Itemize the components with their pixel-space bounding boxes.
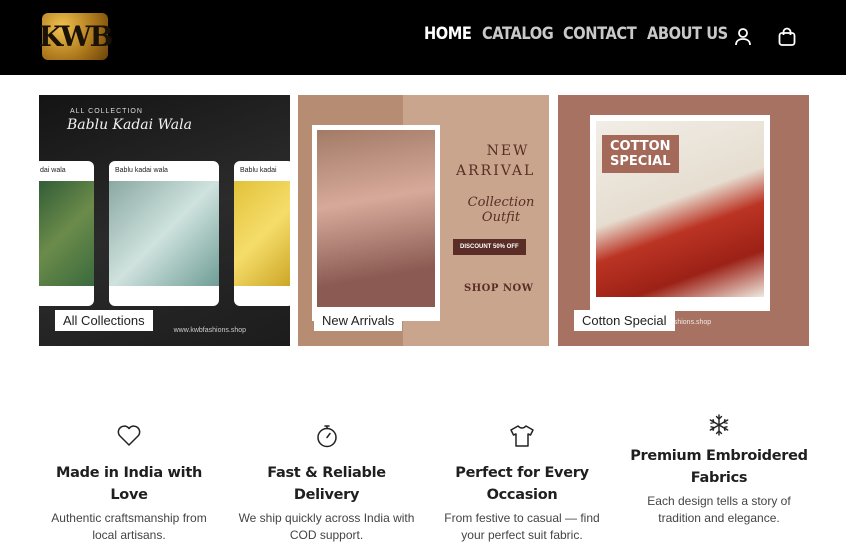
promo-arrival: ARRIVAL (456, 163, 536, 179)
promo-script: Collection Outfit (467, 195, 535, 225)
feature-title: Perfect for Every Occasion (455, 465, 589, 503)
shopping-bag-icon[interactable] (777, 26, 797, 48)
post-preview: Bablu kadai (234, 161, 290, 306)
badge-line: SPECIAL (610, 154, 671, 169)
site-header: KWB HOME CATALOG CONTACT ABOUT US (0, 0, 846, 75)
card-heading: Bablu Kadai Wala (67, 117, 192, 133)
feature-title: Fast & Reliable Delivery (267, 465, 386, 503)
feature-every-occasion: Perfect for Every Occasion From festive … (432, 424, 612, 543)
card-label[interactable]: All Collections (55, 310, 153, 331)
nav-catalog[interactable]: CATALOG (482, 24, 554, 44)
cotton-special-badge: COTTON SPECIAL (602, 135, 679, 173)
snowflake-icon (709, 414, 729, 436)
badge-line: COTTON (610, 139, 671, 154)
feature-text: From festive to casual — find your perfe… (444, 511, 600, 542)
collection-card-cotton-special[interactable]: COTTON SPECIAL fashions.shop Cotton Spec… (558, 95, 809, 346)
heart-icon (117, 425, 141, 446)
post-caption: dai wala (40, 167, 66, 174)
nav-contact[interactable]: CONTACT (563, 24, 637, 44)
feature-premium-fabrics: Premium Embroidered Fabrics Each design … (629, 413, 809, 526)
nav-about-us[interactable]: ABOUT US (647, 24, 728, 44)
stopwatch-icon (316, 425, 337, 448)
collection-card-new-arrivals[interactable]: NEW ARRIVAL Collection Outfit DISCOUNT 5… (298, 95, 549, 346)
tshirt-icon (510, 425, 534, 447)
card-label[interactable]: New Arrivals (314, 310, 403, 331)
shop-now-text: SHOP NOW (464, 283, 534, 294)
nav-home[interactable]: HOME (424, 24, 472, 44)
card-heading-small: ALL COLLECTION (70, 108, 143, 115)
discount-badge: DISCOUNT 50% OFF (453, 239, 526, 255)
collection-card-all[interactable]: ALL COLLECTION Bablu Kadai Wala dai wala… (39, 95, 290, 346)
product-photo (312, 125, 440, 321)
card-label[interactable]: Cotton Special (574, 310, 675, 331)
feature-text: Each design tells a story of tradition a… (647, 494, 791, 525)
promo-new: NEW (486, 143, 530, 159)
user-icon[interactable] (733, 26, 753, 48)
logo-text: KWB (38, 20, 113, 53)
feature-title: Made in India with Love (56, 465, 202, 503)
feature-title: Premium Embroidered Fabrics (630, 448, 808, 486)
post-preview: dai wala (39, 161, 94, 306)
post-caption: Bablu kadai wala (115, 167, 168, 174)
feature-text: Authentic craftsmanship from local artis… (51, 511, 207, 542)
brand-logo[interactable]: KWB (38, 13, 113, 60)
post-caption: Bablu kadai (240, 167, 277, 174)
post-preview: Bablu kadai wala (109, 161, 219, 306)
feature-fast-delivery: Fast & Reliable Delivery We ship quickly… (236, 424, 417, 543)
feature-made-in-india: Made in India with Love Authentic crafts… (39, 424, 219, 543)
feature-text: We ship quickly across India with COD su… (238, 511, 415, 542)
website-watermark: www.kwbfashions.shop (173, 327, 246, 334)
